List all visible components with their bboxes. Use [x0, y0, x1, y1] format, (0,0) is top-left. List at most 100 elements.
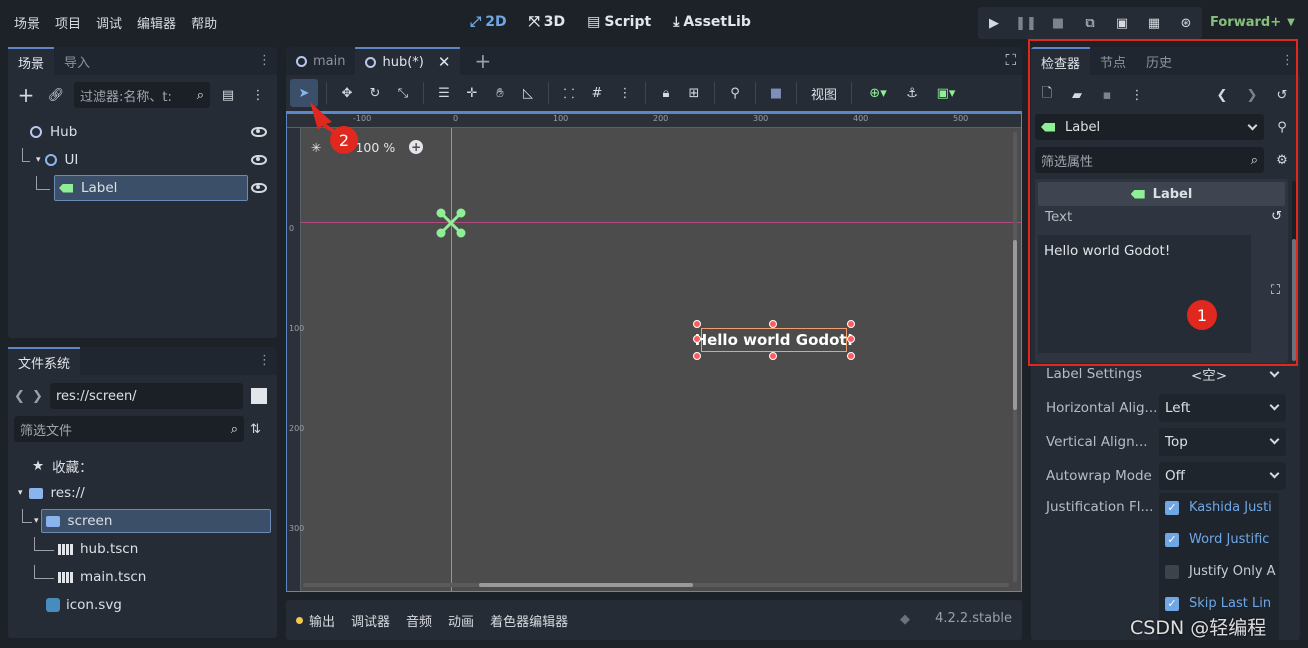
- scrollbar-thumb[interactable]: [1013, 240, 1017, 410]
- instance-scene-icon[interactable]: ▤: [216, 83, 240, 107]
- tab-filesystem[interactable]: 文件系统: [8, 347, 81, 375]
- mode-3d-button[interactable]: ⤧ 3D: [529, 14, 566, 30]
- mode-2d-button[interactable]: ⤢ 2D: [470, 14, 507, 30]
- scrollbar-thumb[interactable]: [479, 583, 693, 587]
- favorites-row[interactable]: ★ 收藏：: [32, 453, 93, 479]
- add-anchor-icon[interactable]: ⊕▾: [860, 81, 896, 105]
- smart-snap-icon[interactable]: ⸬: [557, 81, 581, 105]
- menu-editor[interactable]: 编辑器: [137, 13, 176, 32]
- file-row-icon[interactable]: icon.svg: [46, 592, 122, 618]
- menu-scene[interactable]: 场景: [14, 13, 40, 32]
- flag-justify-only[interactable]: Justify Only A: [1165, 564, 1276, 579]
- scene-tab-hub[interactable]: hub(*) ✕: [355, 47, 461, 75]
- visibility-icon[interactable]: [251, 183, 267, 193]
- dock-menu-icon[interactable]: ⋮: [258, 53, 271, 68]
- vertical-scrollbar[interactable]: [1013, 132, 1017, 582]
- resize-handle[interactable]: [769, 320, 777, 328]
- remote-debug-icon[interactable]: ⧉: [1078, 11, 1102, 35]
- shader-editor-tab[interactable]: 着色器编辑器: [490, 611, 568, 630]
- prop-value[interactable]: Left: [1159, 394, 1286, 422]
- resize-handle[interactable]: [847, 335, 855, 343]
- file-row-hub[interactable]: hub.tscn: [34, 536, 138, 562]
- zoom-level[interactable]: 100 %: [355, 140, 395, 155]
- scene-menu-icon[interactable]: ⋮: [246, 83, 270, 107]
- assetlib-button[interactable]: ⤓ AssetLib: [673, 14, 751, 30]
- prop-horizontal-alignment[interactable]: Horizontal Alig... Left: [1039, 393, 1292, 423]
- back-icon[interactable]: ❮: [14, 389, 28, 404]
- play-custom-scene-icon[interactable]: ▦: [1142, 11, 1166, 35]
- res-folder-row[interactable]: ▾ res://: [18, 480, 85, 506]
- menu-help[interactable]: 帮助: [191, 13, 217, 32]
- resize-handle[interactable]: [769, 352, 777, 360]
- debugger-tab[interactable]: 调试器: [351, 611, 390, 630]
- visibility-icon[interactable]: [251, 127, 267, 137]
- grid-snap-icon[interactable]: #: [585, 81, 609, 105]
- center-view-icon[interactable]: ✳: [311, 140, 321, 155]
- prop-vertical-alignment[interactable]: Vertical Align... Top: [1039, 427, 1292, 457]
- screen-folder-row[interactable]: ▾ screen: [18, 508, 271, 534]
- animation-tab[interactable]: 动画: [448, 611, 474, 630]
- renderer-select[interactable]: Forward+ ▼: [1210, 8, 1295, 36]
- pivot-tool-icon[interactable]: ✛: [460, 81, 484, 105]
- resize-handle[interactable]: [847, 352, 855, 360]
- path-input[interactable]: res://screen/: [50, 383, 243, 409]
- view-menu[interactable]: 视图: [805, 84, 843, 103]
- prop-value[interactable]: Top: [1159, 428, 1286, 456]
- output-tab[interactable]: 输出: [309, 611, 335, 630]
- movie-maker-icon[interactable]: ⊛: [1174, 11, 1198, 35]
- layout-preset-icon[interactable]: ▣▾: [928, 81, 964, 105]
- viewport[interactable]: -100 0 100 200 300 400 500 0 100 200 300…: [286, 113, 1022, 592]
- anchor-icon[interactable]: ⚓︎: [900, 81, 924, 105]
- file-filter-input[interactable]: 筛选文件 ⌕: [14, 416, 244, 442]
- flag-word[interactable]: ✓ Word Justific: [1165, 532, 1269, 547]
- camera-icon[interactable]: ■: [764, 81, 788, 105]
- zoom-in-icon[interactable]: +: [409, 140, 424, 154]
- dock-menu-icon[interactable]: ⋮: [258, 353, 271, 368]
- stop-icon[interactable]: ■: [1046, 11, 1070, 35]
- audio-tab[interactable]: 音频: [406, 611, 432, 630]
- resize-handle[interactable]: [693, 320, 701, 328]
- group-icon[interactable]: ⊞: [682, 81, 706, 105]
- forward-icon[interactable]: ❯: [32, 389, 46, 404]
- resize-handle[interactable]: [693, 335, 701, 343]
- script-button[interactable]: ▤ Script: [587, 14, 651, 30]
- link-icon[interactable]: 🔗︎: [44, 83, 68, 107]
- lock-icon[interactable]: 🔒︎: [654, 81, 678, 105]
- prop-value[interactable]: Off: [1159, 462, 1286, 490]
- scale-tool-icon[interactable]: ⤡: [391, 81, 415, 105]
- horizontal-scrollbar[interactable]: [303, 583, 1009, 587]
- control-origin-icon[interactable]: [435, 207, 467, 239]
- file-row-main[interactable]: main.tscn: [34, 564, 146, 590]
- distraction-free-icon[interactable]: ⛶: [1005, 51, 1016, 69]
- flag-skip-last[interactable]: ✓ Skip Last Lin: [1165, 596, 1271, 611]
- tree-item-hub[interactable]: Hub: [16, 119, 277, 145]
- ruler-tool-icon[interactable]: ◺: [516, 81, 540, 105]
- version-label[interactable]: 4.2.2.stable: [935, 611, 1012, 626]
- add-tab-icon[interactable]: +: [474, 49, 491, 73]
- resize-handle[interactable]: [847, 320, 855, 328]
- play-icon[interactable]: ▶: [982, 11, 1006, 35]
- toggle-split-icon[interactable]: [251, 388, 267, 404]
- rotate-tool-icon[interactable]: ↻: [363, 81, 387, 105]
- tab-import[interactable]: 导入: [54, 47, 100, 75]
- visibility-icon[interactable]: [251, 155, 267, 165]
- flag-kashida[interactable]: ✓ Kashida Justi: [1165, 500, 1272, 515]
- pause-icon[interactable]: ❚❚: [1014, 11, 1038, 35]
- pan-tool-icon[interactable]: ✋︎: [488, 81, 512, 105]
- label-node-box[interactable]: Hello world Godot!: [695, 328, 853, 352]
- menu-debug[interactable]: 调试: [96, 13, 122, 32]
- resize-handle[interactable]: [693, 352, 701, 360]
- tree-item-label-node[interactable]: Label: [16, 175, 277, 201]
- menu-project[interactable]: 项目: [55, 13, 81, 32]
- close-icon[interactable]: ✕: [438, 53, 451, 71]
- add-node-icon[interactable]: +: [14, 83, 38, 107]
- tab-scene[interactable]: 场景: [8, 47, 55, 75]
- prop-autowrap-mode[interactable]: Autowrap Mode Off: [1039, 461, 1292, 491]
- scene-filter-input[interactable]: 过滤器:名称、t: ⌕: [74, 82, 210, 108]
- scene-tab-main[interactable]: main: [286, 47, 355, 75]
- play-scene-icon[interactable]: ▣: [1110, 11, 1134, 35]
- tree-item-ui[interactable]: ▾ UI: [16, 147, 277, 173]
- bone-icon[interactable]: ⚲: [723, 81, 747, 105]
- collapse-chevron-icon[interactable]: ▾: [36, 155, 41, 165]
- list-select-icon[interactable]: ☰: [432, 81, 456, 105]
